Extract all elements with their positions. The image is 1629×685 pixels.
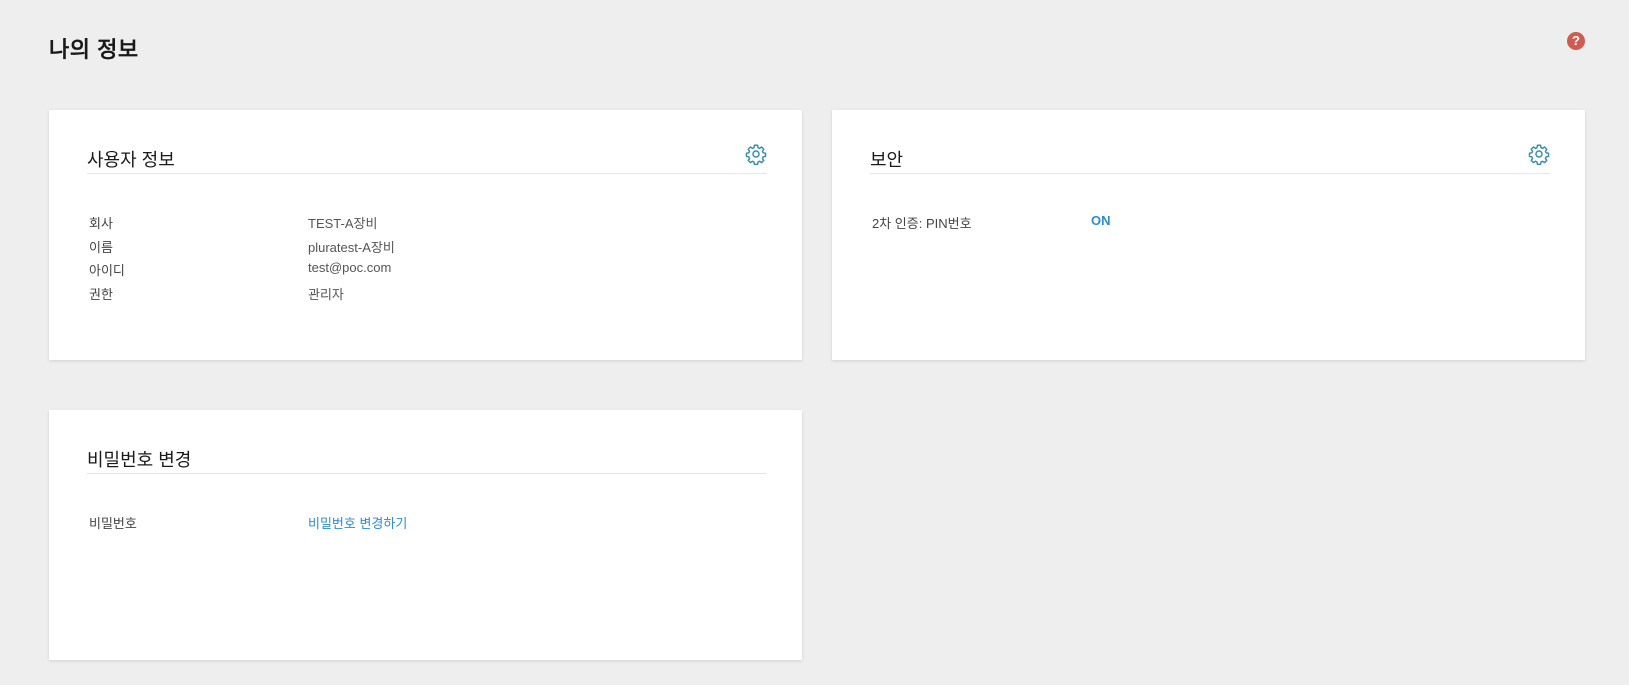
change-password-link[interactable]: 비밀번호 변경하기 <box>308 513 407 532</box>
password-label: 비밀번호 <box>89 516 137 531</box>
info-row-company: 회사 TEST-A장비 <box>89 210 767 234</box>
info-row-2fa: 2차 인증: PIN번호 ON <box>872 210 1550 234</box>
id-value: test@poc.com <box>308 260 392 275</box>
card-header: 보안 <box>870 140 1550 174</box>
user-info-rows: 회사 TEST-A장비 이름 pluratest-A장비 아이디 test@po… <box>89 210 767 304</box>
password-title: 비밀번호 변경 <box>87 450 192 470</box>
security-rows: 2차 인증: PIN번호 ON <box>872 210 1550 234</box>
card-header: 사용자 정보 <box>87 140 767 174</box>
user-info-title: 사용자 정보 <box>87 150 175 170</box>
company-label: 회사 <box>89 216 113 231</box>
page-title: 나의 정보 <box>49 37 139 62</box>
info-row-id: 아이디 test@poc.com <box>89 257 767 281</box>
user-info-settings-gear-icon[interactable] <box>745 143 767 165</box>
info-row-name: 이름 pluratest-A장비 <box>89 234 767 258</box>
password-rows: 비밀번호 비밀번호 변경하기 <box>89 510 767 534</box>
id-label: 아이디 <box>89 263 125 278</box>
name-value: pluratest-A장비 <box>308 239 395 255</box>
password-card: 비밀번호 변경 비밀번호 비밀번호 변경하기 <box>49 410 802 660</box>
card-header: 비밀번호 변경 <box>87 440 767 474</box>
2fa-pin-label: 2차 인증: PIN번호 <box>872 216 972 231</box>
company-value: TEST-A장비 <box>308 216 378 231</box>
name-label: 이름 <box>89 239 113 255</box>
info-row-password: 비밀번호 비밀번호 변경하기 <box>89 510 767 534</box>
security-settings-gear-icon[interactable] <box>1528 143 1550 165</box>
security-card: 보안 2차 인증: PIN번호 ON <box>832 110 1585 360</box>
2fa-pin-status: ON <box>1091 213 1111 228</box>
user-info-card: 사용자 정보 회사 TEST-A장비 이름 pluratest-A장비 아이디 … <box>49 110 802 360</box>
help-icon[interactable]: ? <box>1567 32 1585 50</box>
security-title: 보안 <box>870 150 904 170</box>
role-value: 관리자 <box>308 286 344 302</box>
role-label: 권한 <box>89 286 113 302</box>
info-row-role: 권한 관리자 <box>89 281 767 305</box>
